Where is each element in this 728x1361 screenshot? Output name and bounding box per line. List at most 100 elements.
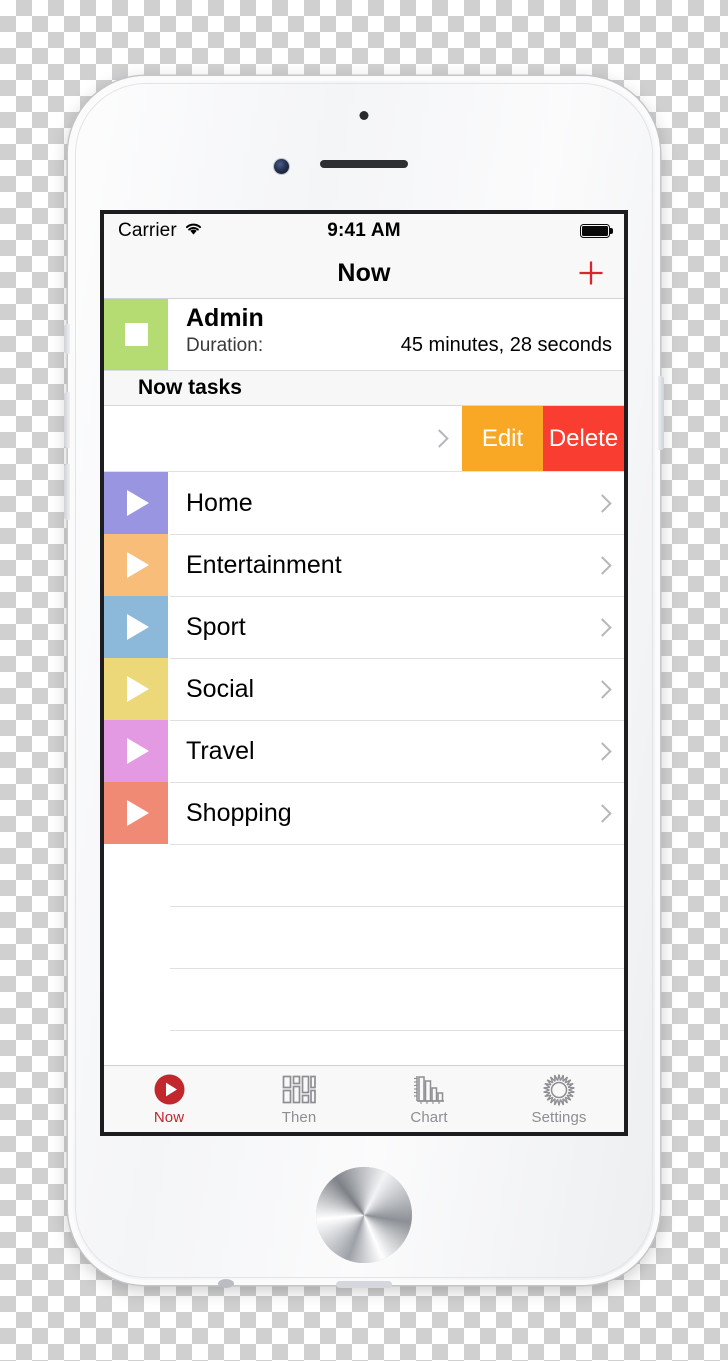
- task-label: Shopping: [186, 798, 292, 827]
- task-label: Sport: [186, 612, 246, 641]
- task-row[interactable]: Travel: [104, 720, 624, 782]
- tab-settings[interactable]: Settings: [494, 1066, 624, 1132]
- earpiece-speaker-icon: [320, 160, 408, 168]
- status-bar-right: [580, 224, 610, 238]
- task-disclosure[interactable]: [580, 782, 624, 844]
- plus-icon: [579, 261, 603, 285]
- task-disclosure[interactable]: [580, 720, 624, 782]
- task-list: Home Entertainment Sport Social Travel Shoppi…: [104, 472, 624, 1065]
- tab-bar: Now Then Chart Settings: [104, 1065, 624, 1132]
- task-label: Home: [186, 488, 253, 517]
- task-row[interactable]: Shopping: [104, 782, 624, 844]
- current-task-duration: Duration: 45 minutes, 28 seconds: [186, 334, 612, 357]
- empty-tile: [104, 1030, 168, 1065]
- edit-button-label: Edit: [481, 424, 524, 452]
- duration-value: 45 minutes, 28 seconds: [400, 334, 612, 356]
- stop-square-glyph: [124, 323, 148, 346]
- current-task-card[interactable]: Admin Duration: 45 minutes, 28 seconds: [104, 299, 624, 371]
- phone-screen: Carrier 9:41 AM Now Admin Duration: 45 m…: [100, 210, 628, 1136]
- swiped-task-row[interactable]: Edit Delete: [104, 406, 624, 472]
- page-title: Now: [337, 258, 391, 287]
- stop-square-icon[interactable]: [104, 299, 168, 370]
- section-header-now-tasks: Now tasks: [104, 371, 624, 406]
- empty-list-row: [104, 844, 624, 906]
- navigation-bar: Now: [104, 248, 624, 299]
- duration-label: Duration:: [186, 335, 264, 356]
- play-icon: [127, 676, 149, 702]
- carrier-label: Carrier: [118, 220, 177, 241]
- empty-tile: [104, 906, 168, 968]
- headphone-jack: [218, 1279, 234, 1288]
- edit-button[interactable]: Edit: [462, 406, 543, 471]
- volume-down-button[interactable]: [64, 464, 70, 520]
- status-bar-left: Carrier: [118, 220, 203, 242]
- tab-then-label: Then: [281, 1108, 317, 1126]
- home-button[interactable]: [316, 1167, 412, 1263]
- empty-list-row: [104, 1030, 624, 1065]
- task-play-tile[interactable]: [104, 534, 168, 596]
- task-play-tile[interactable]: [104, 596, 168, 658]
- task-play-tile[interactable]: [104, 720, 168, 782]
- task-disclosure[interactable]: [580, 534, 624, 596]
- chevron-right-icon: [430, 429, 449, 448]
- empty-label: [168, 906, 624, 968]
- task-label: Entertainment: [186, 550, 342, 579]
- chevron-right-icon: [592, 803, 612, 823]
- current-task-name: Admin: [186, 304, 264, 332]
- play-icon: [127, 738, 149, 764]
- task-disclosure[interactable]: [580, 658, 624, 720]
- empty-tile: [104, 968, 168, 1030]
- task-disclosure[interactable]: [580, 596, 624, 658]
- task-row[interactable]: Sport: [104, 596, 624, 658]
- delete-button[interactable]: Delete: [543, 406, 624, 471]
- battery-fill: [582, 226, 608, 236]
- play-icon: [127, 614, 149, 640]
- gear-sun-icon: [542, 1073, 576, 1107]
- play-icon: [127, 490, 149, 516]
- task-disclosure[interactable]: [580, 472, 624, 534]
- tab-now-label: Now: [153, 1108, 185, 1126]
- current-task-details: Admin Duration: 45 minutes, 28 seconds: [168, 299, 624, 370]
- chevron-right-icon: [592, 555, 612, 575]
- swiped-row-content: [104, 406, 462, 471]
- empty-list-row: [104, 968, 624, 1030]
- chevron-right-icon: [592, 493, 612, 513]
- task-play-tile[interactable]: [104, 472, 168, 534]
- empty-label: [168, 1030, 624, 1065]
- add-button[interactable]: [576, 258, 606, 288]
- task-play-tile[interactable]: [104, 658, 168, 720]
- tab-settings-label: Settings: [531, 1108, 587, 1126]
- battery-icon: [580, 224, 610, 238]
- phone-device: Carrier 9:41 AM Now Admin Duration: 45 m…: [64, 76, 664, 1288]
- task-row[interactable]: Entertainment: [104, 534, 624, 596]
- play-icon: [127, 800, 149, 826]
- tab-chart-label: Chart: [410, 1108, 448, 1126]
- chevron-right-icon: [592, 679, 612, 699]
- chevron-right-icon: [592, 741, 612, 761]
- wifi-icon: [184, 220, 203, 242]
- bar-chart-icon: [412, 1073, 446, 1107]
- task-label: Travel: [186, 736, 255, 765]
- now-play-circle-icon: [153, 1073, 186, 1107]
- tab-chart[interactable]: Chart: [364, 1066, 494, 1132]
- proximity-sensor-icon: [359, 111, 369, 120]
- task-label: Social: [186, 674, 255, 703]
- lightning-port: [336, 1281, 392, 1288]
- volume-up-button[interactable]: [64, 392, 70, 448]
- front-camera-icon: [274, 159, 289, 174]
- empty-tile: [104, 844, 168, 906]
- task-play-tile[interactable]: [104, 782, 168, 844]
- empty-list-row: [104, 906, 624, 968]
- task-row[interactable]: Home: [104, 472, 624, 534]
- tab-now[interactable]: Now: [104, 1066, 234, 1132]
- chevron-right-icon: [592, 617, 612, 637]
- tab-then[interactable]: Then: [234, 1066, 364, 1132]
- status-bar: Carrier 9:41 AM: [104, 214, 624, 248]
- empty-label: [168, 844, 624, 906]
- task-row[interactable]: Social: [104, 658, 624, 720]
- power-button[interactable]: [658, 376, 664, 450]
- delete-button-label: Delete: [548, 424, 619, 452]
- play-icon: [127, 552, 149, 578]
- empty-label: [168, 968, 624, 1030]
- silent-switch[interactable]: [64, 324, 70, 354]
